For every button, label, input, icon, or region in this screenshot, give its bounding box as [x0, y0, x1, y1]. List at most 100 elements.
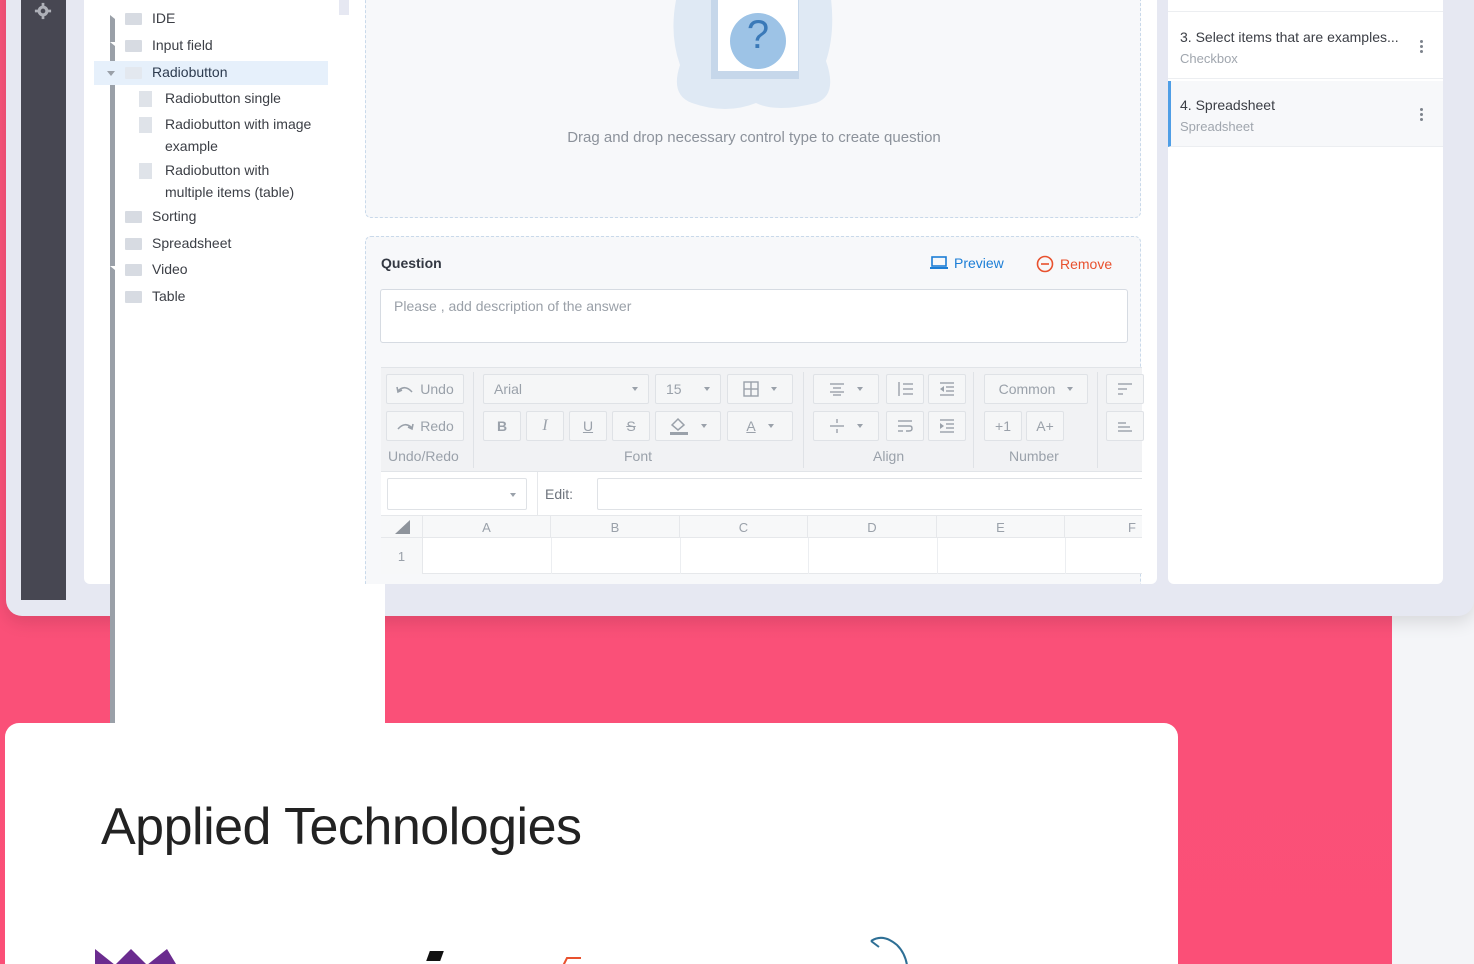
line-spacing-button[interactable] — [886, 374, 924, 404]
control-tree-panel: IDE Input field Radiobutton Radiobutton … — [84, 0, 385, 850]
question-list-panel: 3. Select items that are examples... Che… — [1168, 0, 1443, 584]
text-align-button[interactable] — [1106, 374, 1144, 404]
chevron-down-icon — [771, 387, 777, 391]
tree-item-input-field[interactable]: Input field — [94, 35, 385, 626]
column-header[interactable]: D — [808, 516, 937, 538]
increase-decimal-button[interactable]: +1 — [984, 411, 1022, 441]
chevron-down-icon — [767, 424, 774, 428]
font-color-button[interactable]: A — [727, 411, 793, 441]
align-group-label: Align — [873, 448, 905, 464]
formula-bar: Edit: — [381, 472, 1142, 516]
more-vertical-icon[interactable] — [1420, 40, 1424, 54]
column-header[interactable]: E — [937, 516, 1065, 538]
section-heading: Applied Technologies — [101, 798, 582, 856]
app-window: IDE Input field Radiobutton Radiobutton … — [6, 0, 1474, 850]
question-editor: ? Drag and drop necessary control type t… — [349, 0, 1157, 584]
font-group-label: Font — [624, 448, 653, 464]
preview-button[interactable]: Preview — [930, 255, 1004, 271]
number-group-label: Number — [1009, 448, 1059, 464]
remove-button[interactable]: Remove — [1036, 255, 1112, 273]
chevron-down-icon — [510, 493, 516, 497]
chevron-down-icon — [704, 387, 710, 391]
tree-item-ide[interactable]: IDE — [94, 8, 385, 599]
list-item[interactable]: 3. Select items that are examples... Che… — [1168, 13, 1443, 79]
divider — [1065, 538, 1066, 574]
question-mark: ? — [746, 13, 770, 57]
question-item-title: 3. Select items that are examples... — [1180, 29, 1399, 45]
italic-button[interactable]: I — [526, 411, 564, 441]
increase-font-button[interactable]: A+ — [1026, 411, 1064, 441]
horizontal-align-button[interactable] — [813, 374, 879, 404]
list-item-selected[interactable]: 4. Spreadsheet Spreadsheet — [1168, 81, 1443, 147]
left-nav-bar — [21, 0, 66, 600]
select-all-corner[interactable] — [381, 516, 423, 538]
underline-button[interactable]: U — [569, 411, 607, 441]
number-format-select[interactable]: Common — [984, 374, 1088, 404]
row-header[interactable]: 1 — [381, 538, 423, 574]
redo-button[interactable]: Redo — [386, 411, 464, 441]
tree-item-table[interactable]: Table — [94, 286, 328, 308]
tech-logo-3 — [562, 957, 581, 964]
drop-zone[interactable]: ? Drag and drop necessary control type t… — [365, 0, 1141, 218]
list-top-edge — [1168, 0, 1443, 12]
column-header[interactable]: A — [423, 516, 551, 538]
fill-color-button[interactable] — [655, 411, 721, 441]
redo-icon — [397, 423, 415, 431]
answer-description-input[interactable]: Please , add description of the answer — [380, 289, 1128, 343]
chevron-down-icon — [1067, 387, 1074, 391]
cell-reference-select[interactable] — [387, 478, 527, 510]
column-header[interactable]: B — [551, 516, 680, 538]
folder-icon — [125, 13, 142, 25]
folder-icon — [125, 291, 142, 303]
wrap-text-button[interactable] — [886, 411, 924, 441]
file-icon — [139, 117, 152, 133]
folder-icon — [125, 40, 142, 52]
tree-item-radiobutton-single[interactable]: Radiobutton single — [94, 88, 328, 110]
divider — [551, 538, 552, 574]
table-row: 1 — [381, 538, 1142, 574]
tree-item-radiobutton-image[interactable]: Radiobutton with image example — [94, 113, 328, 157]
tree-item-video[interactable]: Video — [94, 259, 385, 850]
undo-button[interactable]: Undo — [386, 374, 464, 404]
strikethrough-button[interactable]: S — [612, 411, 650, 441]
tree-item-radiobutton-table[interactable]: Radiobutton with multiple items (table) — [94, 159, 328, 203]
chevron-down-icon — [857, 387, 863, 391]
minus-circle-icon — [1036, 255, 1054, 273]
indent-icon — [940, 419, 954, 433]
tree-item-sorting[interactable]: Sorting — [94, 206, 328, 228]
indent-button[interactable] — [928, 411, 966, 441]
undo-group-label: Undo/Redo — [388, 448, 459, 464]
question-title: Question — [381, 255, 442, 271]
folder-open-icon — [125, 67, 142, 79]
vertical-align-button[interactable] — [813, 411, 879, 441]
spreadsheet-toolbar: Undo Redo Undo/Redo Arial 15 B I U S A F… — [381, 367, 1144, 472]
text-align-bottom-button[interactable] — [1106, 411, 1144, 441]
question-block: Question Preview Remove Please , add des… — [365, 236, 1144, 584]
gear-icon[interactable] — [34, 2, 52, 20]
outdent-icon — [940, 382, 954, 396]
font-family-select[interactable]: Arial — [483, 374, 649, 404]
tech-logo-2 — [426, 951, 444, 961]
more-vertical-icon[interactable] — [1420, 108, 1424, 122]
borders-button[interactable] — [727, 374, 793, 404]
column-header[interactable]: F — [1065, 516, 1142, 538]
corner-triangle-icon — [394, 520, 410, 534]
column-header[interactable]: C — [680, 516, 808, 538]
font-size-select[interactable]: 15 — [655, 374, 721, 404]
mysql-dolphin-icon — [870, 936, 908, 964]
laptop-icon — [930, 256, 948, 269]
chevron-down-icon — [701, 424, 707, 428]
question-item-type: Spreadsheet — [1180, 119, 1254, 134]
chevron-down-icon — [632, 387, 638, 391]
tree-item-radiobutton[interactable]: Radiobutton — [94, 61, 328, 85]
line-spacing-icon — [898, 382, 913, 396]
formula-input[interactable] — [597, 478, 1142, 510]
chevron-down-icon[interactable] — [107, 71, 115, 76]
align-bottom-icon — [1118, 422, 1132, 432]
divider — [1097, 372, 1098, 468]
bold-button[interactable]: B — [483, 411, 521, 441]
chevron-down-icon — [857, 424, 863, 428]
outdent-button[interactable] — [928, 374, 966, 404]
technologies-card: Applied Technologies — [5, 723, 1178, 964]
tree-item-spreadsheet[interactable]: Spreadsheet — [94, 233, 328, 255]
